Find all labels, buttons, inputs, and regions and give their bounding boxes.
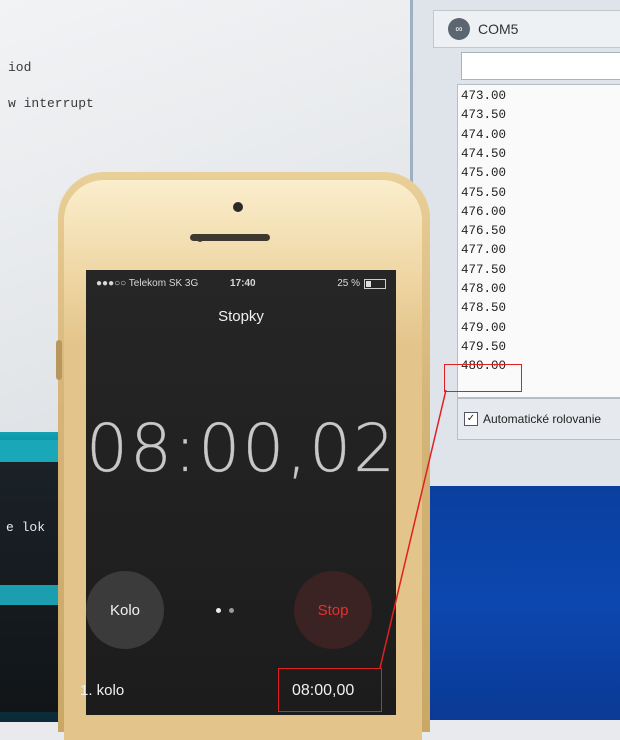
serial-output-line: 478.00	[461, 282, 507, 296]
battery-status: 25 %	[337, 278, 386, 289]
serial-output-line: 474.00	[461, 127, 507, 142]
earpiece-speaker	[190, 234, 270, 241]
elapsed-time-display: 08:00,02	[86, 410, 398, 487]
stop-button-label: Stop	[317, 601, 349, 619]
serial-monitor-titlebar[interactable]: ∞ COM5	[433, 10, 620, 48]
lap-time-highlight-box	[278, 668, 382, 712]
code-line: w interrupt	[8, 96, 94, 111]
serial-output-line: 475.50	[461, 185, 507, 200]
serial-output-line: 477.50	[461, 262, 507, 277]
serial-output-line: 473.50	[461, 108, 507, 123]
serial-output-line: 479.50	[461, 339, 507, 354]
stop-button[interactable]: Stop	[294, 571, 372, 649]
page-dot	[229, 608, 234, 613]
code-line: iod	[8, 60, 32, 75]
battery-percent: 25 %	[337, 278, 360, 289]
serial-monitor-title: COM5	[478, 21, 519, 37]
page-indicator	[216, 608, 234, 613]
phone-side-button	[56, 340, 62, 380]
lap-button[interactable]: Kolo	[86, 571, 164, 649]
serial-output-line: 478.50	[461, 301, 507, 316]
status-bar: ●●●○○ Telekom SK 3G 17:40 25 %	[86, 278, 396, 294]
front-camera-icon	[233, 202, 243, 212]
serial-monitor-footer: ✓ Automatické rolovanie	[457, 398, 620, 440]
console-line: e lok	[6, 520, 46, 535]
serial-output-line: 479.00	[461, 320, 507, 335]
serial-output-line: 477.00	[461, 243, 507, 258]
serial-monitor-logo-icon: ∞	[448, 18, 470, 40]
serial-output-line: 476.00	[461, 204, 507, 219]
serial-output-log[interactable]: 473.00 473.50 474.00 474.50 475.00 475.50 476.…	[457, 84, 620, 398]
autoscroll-checkbox[interactable]: ✓	[464, 412, 478, 426]
serial-value-highlight-box	[444, 364, 522, 392]
autoscroll-label: Automatické rolovanie	[483, 412, 602, 426]
stopwatch-screen: ●●●○○ Telekom SK 3G 17:40 25 % Stopky 08…	[80, 270, 398, 715]
serial-send-input[interactable]	[461, 52, 620, 80]
page-dot	[216, 608, 221, 613]
lap-button-label: Kolo	[109, 601, 141, 619]
battery-icon	[364, 278, 386, 289]
desktop-blue-background	[410, 486, 620, 720]
status-time: 17:40	[230, 278, 256, 289]
lap-label: 1. kolo	[80, 682, 125, 699]
serial-output-line: 476.50	[461, 224, 507, 239]
screen-title: Stopky	[218, 308, 264, 325]
serial-output-line: 474.50	[461, 146, 507, 161]
serial-output-line: 473.00	[461, 89, 507, 103]
serial-output-line: 475.00	[461, 166, 507, 181]
carrier-signal: ●●●○○ Telekom SK 3G	[96, 278, 199, 289]
